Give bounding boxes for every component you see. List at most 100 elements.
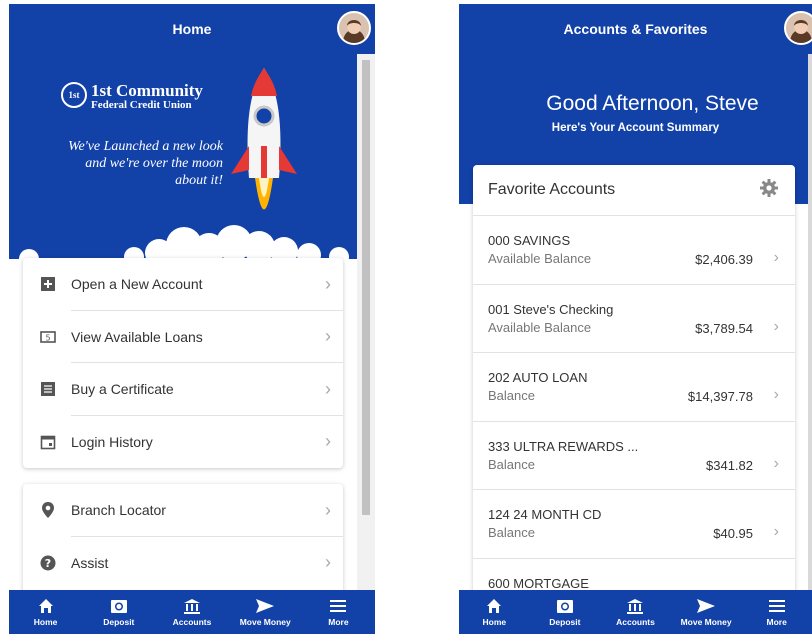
promo-tagline: We've Launched a new look and we're over… bbox=[68, 139, 223, 188]
menu-item-label: Login History bbox=[71, 433, 153, 450]
page-title: Home bbox=[172, 21, 212, 37]
chevron-right-icon: › bbox=[773, 249, 779, 266]
promo-banner[interactable]: 1st 1st Community Federal Credit Union W… bbox=[9, 54, 357, 259]
svg-text:?: ? bbox=[45, 557, 51, 570]
account-balance: $14,397.78 bbox=[687, 389, 753, 404]
nav-deposit[interactable]: Deposit bbox=[530, 590, 601, 634]
greeting-text: Good Afternoon, Steve bbox=[546, 92, 759, 115]
account-row[interactable]: 124 24 MONTH CD Balance $40.95 › bbox=[473, 489, 795, 558]
nav-move-money[interactable]: Move Money bbox=[671, 590, 742, 634]
account-name: 202 AUTO LOAN bbox=[488, 370, 588, 385]
account-name: 600 MORTGAGE bbox=[488, 575, 589, 591]
home-screen: Home 1st 1st Community Federal Credit Un… bbox=[9, 4, 375, 634]
rocket-icon bbox=[231, 68, 297, 210]
greeting-subtitle: Here's Your Account Summary bbox=[551, 122, 720, 134]
account-row[interactable]: 333 ULTRA REWARDS ... Balance $341.82 › bbox=[473, 420, 795, 490]
account-name: 000 SAVINGS bbox=[488, 233, 571, 248]
add-box-icon bbox=[39, 275, 57, 293]
nav-move-money[interactable]: Move Money bbox=[229, 590, 302, 634]
account-row[interactable]: 202 AUTO LOAN Balance $14,397.78 › bbox=[473, 352, 795, 421]
menu-icon bbox=[330, 597, 347, 615]
nav-label: Move Money bbox=[239, 617, 291, 627]
page-title: Accounts & Favorites bbox=[563, 21, 708, 37]
gear-icon[interactable] bbox=[759, 178, 779, 203]
menu-item-assist[interactable]: ? Assist › bbox=[23, 537, 343, 590]
chevron-right-icon: › bbox=[325, 378, 331, 399]
menu-item-label: Assist bbox=[71, 554, 109, 571]
chevron-right-icon: › bbox=[325, 273, 331, 294]
account-balance: $2,406.39 bbox=[695, 252, 753, 267]
quick-actions-card: Open a New Account › 5 View Available Lo… bbox=[23, 258, 343, 468]
nav-label: Move Money bbox=[680, 617, 732, 627]
account-balance: $40.95 bbox=[713, 526, 753, 541]
chevron-right-icon: › bbox=[325, 431, 331, 452]
menu-item-branch-locator[interactable]: Branch Locator › bbox=[23, 484, 343, 537]
nav-label: More bbox=[328, 617, 349, 627]
menu-item-label: Branch Locator bbox=[71, 502, 166, 519]
menu-item-view-loans[interactable]: 5 View Available Loans › bbox=[23, 311, 343, 363]
account-name: 124 24 MONTH CD bbox=[488, 507, 602, 522]
nav-more[interactable]: More bbox=[741, 590, 812, 634]
nav-label: More bbox=[766, 617, 787, 627]
home-icon bbox=[486, 597, 502, 615]
chevron-right-icon: › bbox=[325, 326, 331, 347]
account-name: 333 ULTRA REWARDS ... bbox=[488, 438, 639, 454]
nav-label: Accounts bbox=[616, 617, 655, 627]
app-header: Home bbox=[9, 4, 375, 54]
menu-item-open-account[interactable]: Open a New Account › bbox=[23, 258, 343, 311]
accounts-screen: Accounts & Favorites Good Afternoon, Ste… bbox=[459, 4, 812, 634]
favorites-title: Favorite Accounts bbox=[488, 181, 616, 198]
logo-mark: 1st bbox=[61, 82, 87, 108]
logo-subname: Federal Credit Union bbox=[91, 99, 192, 111]
nav-label: Deposit bbox=[103, 617, 135, 627]
scrollbar-thumb[interactable] bbox=[362, 60, 370, 515]
camera-icon bbox=[556, 597, 574, 615]
chevron-right-icon: › bbox=[773, 454, 779, 472]
chevron-right-icon: › bbox=[773, 386, 779, 403]
bottom-nav: Home Deposit Accounts Move Money More bbox=[9, 590, 375, 634]
bottom-nav: Home Deposit Accounts Move Money More bbox=[459, 590, 812, 634]
account-balance: $341.82 bbox=[706, 457, 753, 473]
nav-label: Home bbox=[33, 617, 58, 627]
chevron-right-icon: › bbox=[325, 499, 331, 520]
nav-more[interactable]: More bbox=[302, 590, 375, 634]
nav-accounts[interactable]: Accounts bbox=[600, 590, 671, 634]
money-icon: 5 bbox=[39, 328, 57, 346]
account-balance: $3,789.54 bbox=[695, 320, 753, 336]
menu-item-buy-certificate[interactable]: Buy a Certificate › bbox=[23, 363, 343, 416]
send-icon bbox=[696, 597, 716, 615]
scrollbar[interactable] bbox=[357, 54, 375, 590]
account-name: 001 Steve's Checking bbox=[488, 301, 614, 317]
chevron-right-icon: › bbox=[325, 552, 331, 573]
nav-label: Home bbox=[482, 617, 507, 627]
nav-label: Accounts bbox=[172, 617, 212, 627]
help-icon: ? bbox=[39, 554, 57, 572]
avatar[interactable] bbox=[784, 11, 812, 45]
camera-icon bbox=[110, 597, 128, 615]
menu-item-label: View Available Loans bbox=[71, 328, 203, 345]
clouds-decoration bbox=[19, 225, 349, 259]
account-row[interactable]: 000 SAVINGS Available Balance $2,406.39 … bbox=[473, 215, 795, 284]
send-icon bbox=[255, 597, 275, 615]
nav-home[interactable]: Home bbox=[9, 590, 82, 634]
nav-accounts[interactable]: Accounts bbox=[155, 590, 228, 634]
home-icon bbox=[38, 597, 54, 615]
favorite-accounts-card: Favorite Accounts 000 SAVINGS Available … bbox=[473, 165, 795, 605]
support-card: Branch Locator › ? Assist › bbox=[23, 484, 343, 594]
chevron-right-icon: › bbox=[773, 523, 779, 540]
menu-item-label: Open a New Account bbox=[71, 276, 203, 293]
app-header: Accounts & Favorites bbox=[459, 4, 812, 54]
nav-deposit[interactable]: Deposit bbox=[82, 590, 155, 634]
scrollbar[interactable] bbox=[808, 54, 812, 590]
menu-item-login-history[interactable]: Login History › bbox=[23, 416, 343, 469]
bank-icon bbox=[183, 597, 201, 615]
nav-home[interactable]: Home bbox=[459, 590, 530, 634]
location-pin-icon bbox=[39, 501, 57, 519]
account-row[interactable]: 001 Steve's Checking Available Balance $… bbox=[473, 283, 795, 353]
bank-icon bbox=[626, 597, 644, 615]
avatar[interactable] bbox=[337, 11, 371, 45]
menu-icon bbox=[768, 597, 785, 615]
credit-union-logo: 1st 1st Community Federal Credit Union bbox=[61, 81, 241, 122]
favorites-header: Favorite Accounts bbox=[473, 165, 795, 215]
menu-item-label: Buy a Certificate bbox=[71, 381, 174, 398]
